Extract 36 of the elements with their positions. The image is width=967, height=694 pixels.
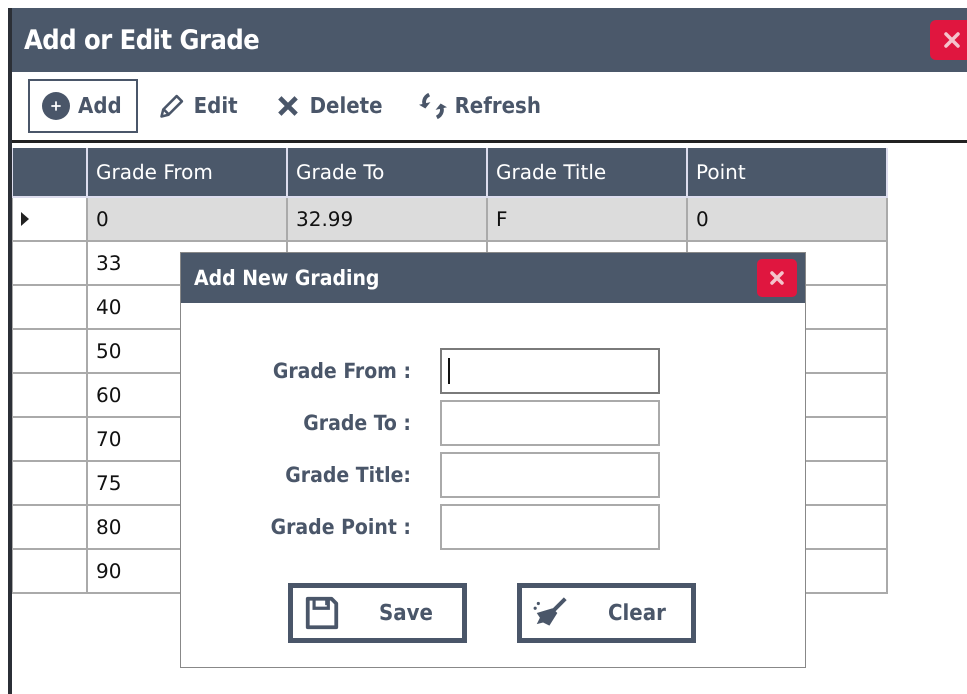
input-field[interactable] bbox=[440, 504, 660, 550]
refresh-icon bbox=[418, 92, 447, 120]
row-header[interactable] bbox=[12, 418, 88, 462]
field-label: Grade To : bbox=[302, 411, 411, 435]
toolbar-button[interactable]: Edit bbox=[144, 79, 254, 133]
column-header: Grade From bbox=[88, 148, 288, 198]
close-icon bbox=[767, 268, 787, 288]
column-header: Point bbox=[688, 148, 888, 198]
column-header: Grade Title bbox=[488, 148, 688, 198]
pencil-icon bbox=[158, 92, 186, 120]
close-button[interactable] bbox=[757, 259, 797, 297]
toolbar-button[interactable]: Delete bbox=[260, 79, 399, 133]
clear-button[interactable]: Clear bbox=[517, 583, 696, 643]
input-field[interactable] bbox=[440, 348, 660, 394]
close-icon bbox=[942, 30, 962, 50]
close-button[interactable] bbox=[930, 20, 967, 60]
row-header[interactable] bbox=[12, 330, 88, 374]
row-header[interactable] bbox=[12, 374, 88, 418]
toolbar-button[interactable]: Refresh bbox=[404, 79, 557, 133]
table-cell: 0 bbox=[688, 198, 888, 242]
table-cell: 32.99 bbox=[288, 198, 488, 242]
current-row-arrow-icon bbox=[21, 212, 29, 226]
row-header[interactable] bbox=[12, 550, 88, 594]
table-cell: F bbox=[488, 198, 688, 242]
row-header[interactable] bbox=[12, 506, 88, 550]
plus-circle-icon bbox=[42, 92, 70, 120]
input-field[interactable] bbox=[440, 452, 660, 498]
table-cell: 0 bbox=[88, 198, 288, 242]
column-header: Grade To bbox=[288, 148, 488, 198]
save-button[interactable]: Save bbox=[288, 583, 467, 643]
input-field[interactable] bbox=[440, 400, 660, 446]
row-header[interactable] bbox=[12, 242, 88, 286]
row-header[interactable] bbox=[12, 462, 88, 506]
toolbar-button[interactable]: Add bbox=[28, 79, 138, 133]
window-title: Add or Edit Grade bbox=[24, 24, 260, 56]
row-header[interactable] bbox=[12, 286, 88, 330]
